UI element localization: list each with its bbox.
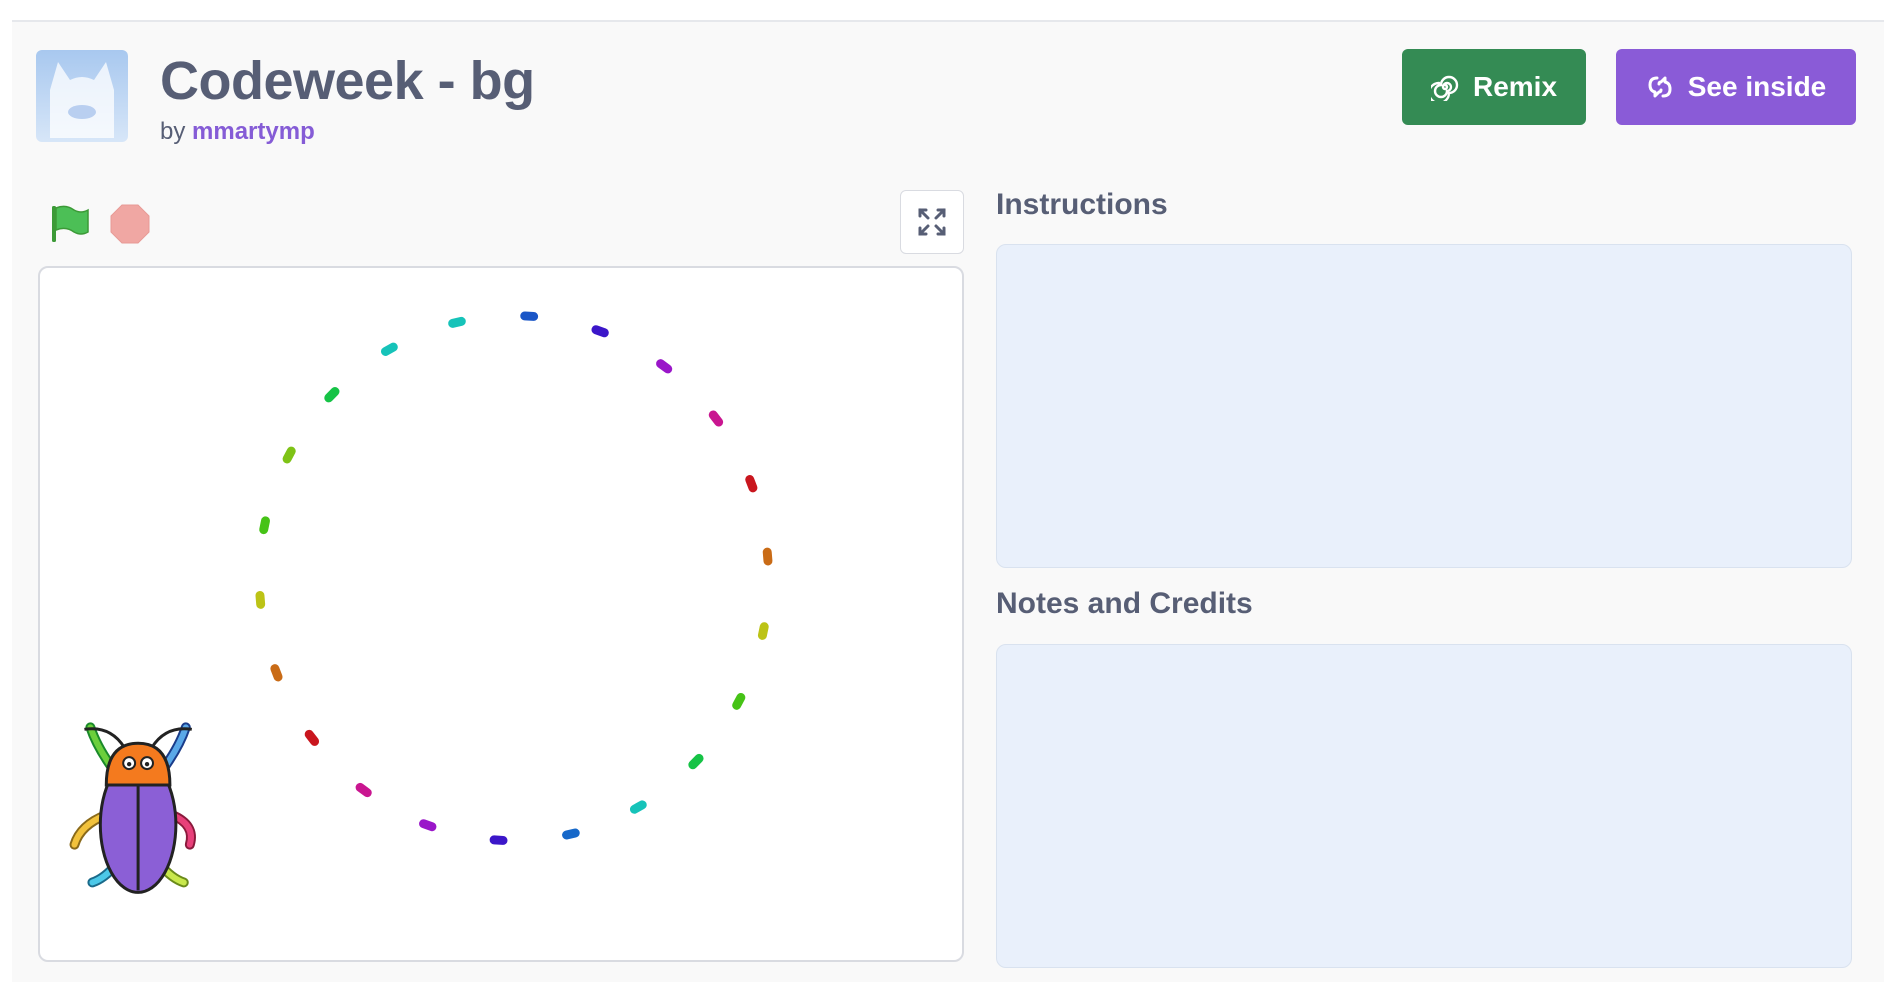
pen-dash bbox=[381, 342, 398, 356]
pen-dash bbox=[324, 387, 340, 403]
pen-dash bbox=[304, 729, 320, 746]
remix-button[interactable]: Remix bbox=[1402, 49, 1586, 125]
pen-dash bbox=[688, 753, 704, 770]
see-inside-icon bbox=[1648, 76, 1672, 98]
pen-dash bbox=[745, 475, 758, 493]
pen-dash bbox=[591, 325, 609, 338]
pen-dash bbox=[757, 622, 769, 640]
instructions-box[interactable] bbox=[996, 244, 1852, 568]
stage-canvas bbox=[69, 311, 773, 894]
pen-dash bbox=[489, 835, 508, 845]
pen-dash bbox=[562, 828, 580, 840]
pen-dash bbox=[282, 446, 296, 464]
pen-dash bbox=[629, 800, 647, 814]
pen-dash-circle bbox=[255, 311, 773, 845]
project-title: Codeweek - bg bbox=[160, 51, 535, 111]
author-link[interactable]: mmartymp bbox=[192, 118, 315, 145]
stop-icon[interactable] bbox=[108, 202, 152, 246]
remix-spiral-icon bbox=[1430, 75, 1459, 101]
pen-dash bbox=[732, 692, 746, 710]
pen-dash bbox=[270, 664, 283, 682]
pen-dash bbox=[355, 782, 372, 798]
project-stage[interactable] bbox=[38, 266, 964, 962]
notes-box[interactable] bbox=[996, 644, 1852, 968]
remix-label: Remix bbox=[1472, 71, 1558, 102]
fullscreen-button[interactable] bbox=[900, 190, 964, 254]
notes-heading: Notes and Credits bbox=[996, 587, 1253, 620]
pen-dash bbox=[448, 316, 466, 328]
pen-dash bbox=[255, 590, 266, 609]
pen-dash bbox=[419, 819, 437, 832]
byline: by mmartymp bbox=[160, 118, 315, 146]
beetle-sprite bbox=[69, 722, 196, 894]
instructions-heading: Instructions bbox=[996, 188, 1168, 221]
pen-dash bbox=[259, 516, 270, 535]
project-page: Codeweek - bg by mmartymp Remix See insi… bbox=[12, 20, 1884, 982]
pen-dash bbox=[762, 547, 773, 566]
see-inside-label: See inside bbox=[1687, 71, 1827, 102]
pen-dash bbox=[708, 410, 724, 427]
see-inside-button[interactable]: See inside bbox=[1616, 49, 1856, 125]
pen-dash bbox=[520, 311, 539, 321]
cat-thumbnail-icon bbox=[50, 62, 114, 138]
by-label: by bbox=[160, 118, 186, 145]
green-flag-icon[interactable] bbox=[46, 202, 90, 246]
project-thumbnail bbox=[36, 50, 128, 142]
fullscreen-icon bbox=[918, 208, 946, 236]
pen-dash bbox=[656, 359, 673, 374]
